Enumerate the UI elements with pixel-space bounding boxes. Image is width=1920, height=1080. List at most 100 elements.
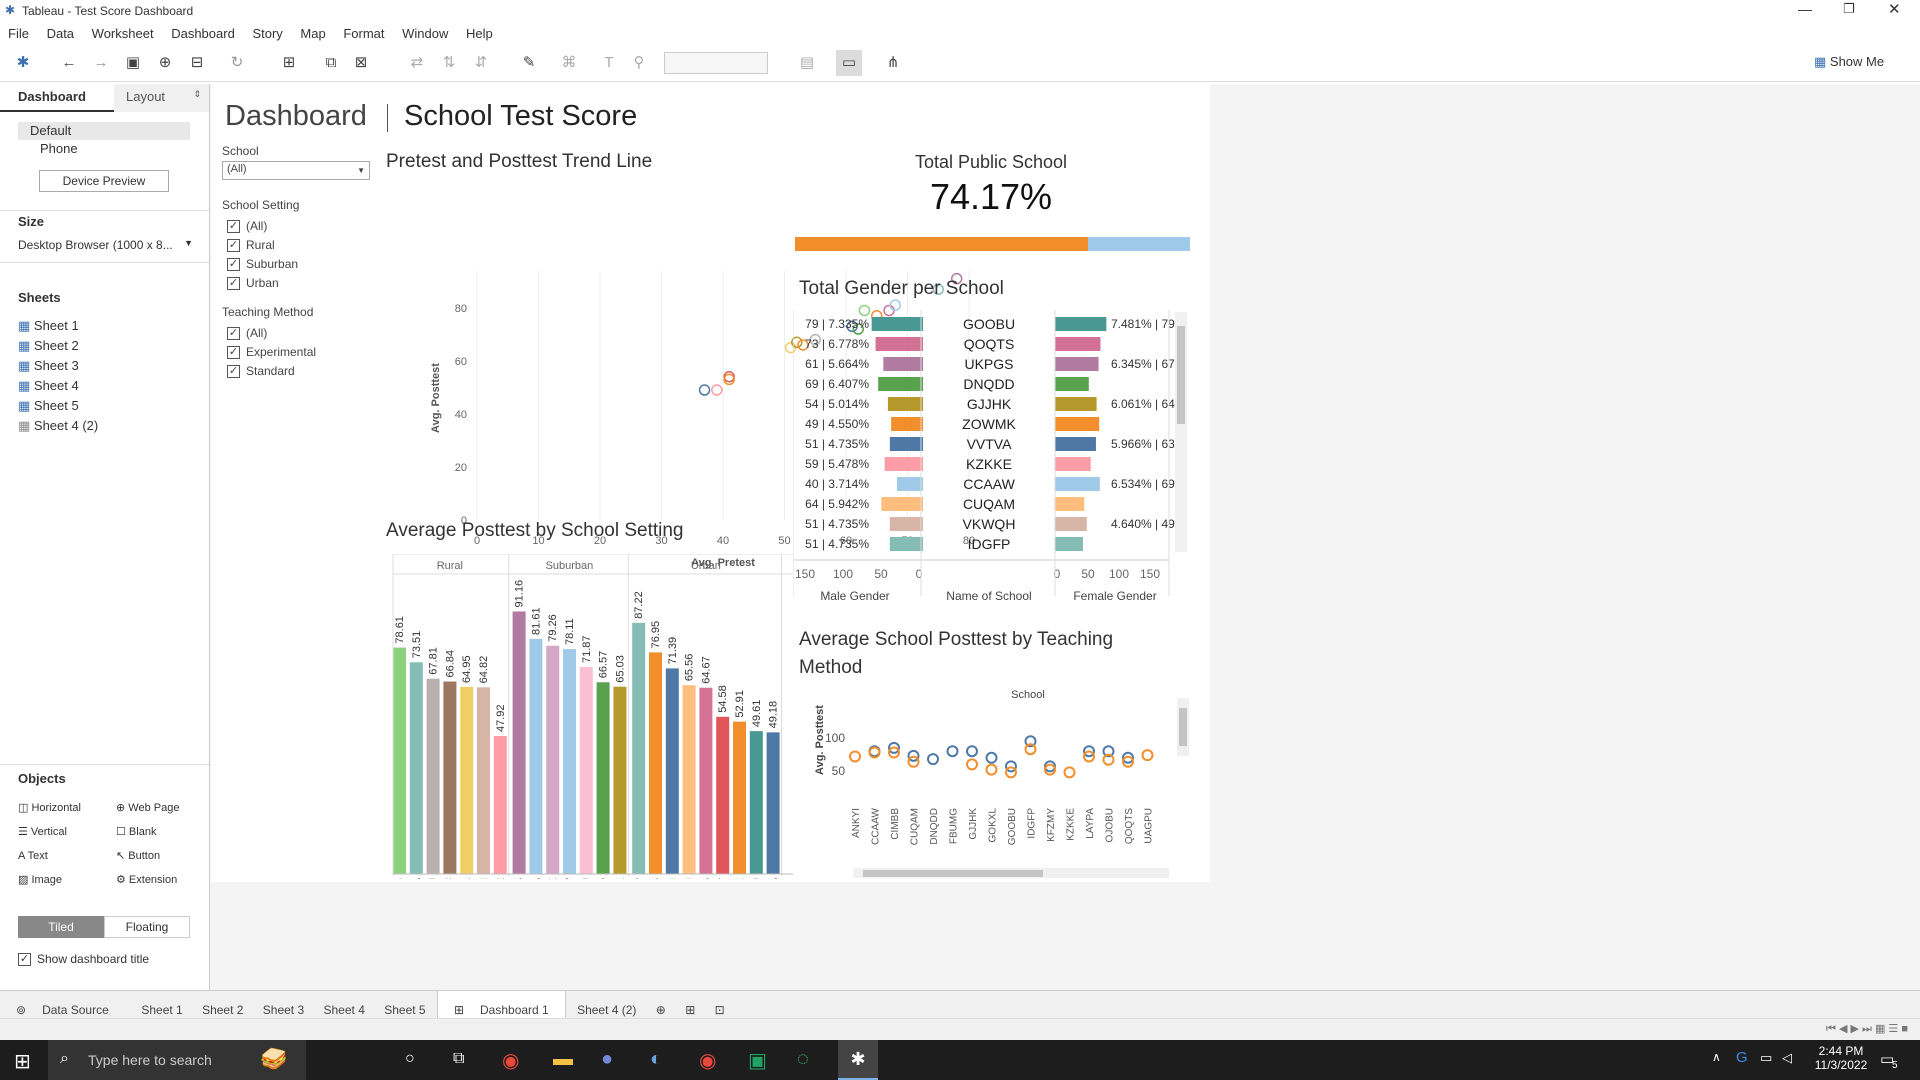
school-tick-label: FBUMG bbox=[949, 808, 960, 844]
swap-icon[interactable]: ⇄ bbox=[408, 54, 426, 72]
device-default[interactable]: Default bbox=[18, 122, 190, 140]
tableau-home-icon[interactable]: ✱ bbox=[14, 54, 32, 72]
size-dropdown[interactable]: Desktop Browser (1000 x 8... ▼ bbox=[18, 238, 193, 252]
object-button[interactable]: ↖ Button bbox=[116, 844, 160, 868]
show-title-checkbox[interactable]: ✓ Show dashboard title bbox=[18, 952, 149, 967]
new-worksheet-icon[interactable]: ⊞ bbox=[280, 54, 298, 72]
female-axis-label: Female Gender bbox=[1073, 589, 1156, 603]
show-me-button[interactable]: ▦ Show Me bbox=[1814, 54, 1884, 70]
method-option[interactable]: ✓ (All) bbox=[227, 324, 316, 343]
male-bar bbox=[884, 457, 923, 471]
network-icon[interactable]: ▭ bbox=[1760, 1050, 1772, 1066]
task-view-icon[interactable]: ⧉ bbox=[453, 1050, 464, 1068]
pin-icon[interactable]: ⚲ bbox=[630, 54, 648, 72]
setting-option[interactable]: ✓ Suburban bbox=[227, 255, 298, 274]
sheet-item[interactable]: ▦ Sheet 2 bbox=[18, 336, 98, 356]
device-preview-button[interactable]: Device Preview bbox=[39, 170, 169, 192]
highlight-icon[interactable]: ✎ bbox=[520, 54, 538, 72]
tray-chevron-icon[interactable]: ∧ bbox=[1712, 1050, 1721, 1064]
presentation-mode-icon[interactable]: ▭ bbox=[836, 50, 862, 76]
school-name: GJJHK bbox=[967, 396, 1012, 412]
method-option[interactable]: ✓ Standard bbox=[227, 362, 316, 381]
tray-app-icon[interactable]: G bbox=[1736, 1049, 1748, 1066]
share-icon[interactable]: ⋔ bbox=[884, 54, 902, 72]
chrome-icon[interactable]: ◉ bbox=[502, 1048, 519, 1073]
tiled-button[interactable]: Tiled bbox=[18, 916, 104, 938]
sheet-item[interactable]: ▦ Sheet 4 (2) bbox=[18, 416, 98, 436]
experimental-point bbox=[985, 763, 998, 776]
restore-icon[interactable]: ❐ bbox=[1843, 1, 1855, 17]
undo-icon[interactable]: ← bbox=[60, 54, 78, 72]
extension-icon: ⚙ bbox=[116, 874, 129, 886]
clear-sheet-icon[interactable]: ⊠ bbox=[352, 54, 370, 72]
windows-start-icon[interactable]: ⊞ bbox=[14, 1049, 31, 1074]
menu-window[interactable]: Window bbox=[402, 26, 448, 41]
refresh-icon[interactable]: ↻ bbox=[228, 54, 246, 72]
duplicate-icon[interactable]: ⧉ bbox=[322, 54, 340, 72]
minimize-icon[interactable]: — bbox=[1798, 1, 1812, 17]
object-image[interactable]: ▨ Image bbox=[18, 868, 116, 892]
file-explorer-icon[interactable]: ▬ bbox=[553, 1048, 573, 1071]
setting-filter-list: ✓ (All) ✓ Rural ✓ Suburban ✓ Urban bbox=[227, 217, 298, 293]
sandwich-icon: 🥪 bbox=[260, 1046, 288, 1071]
object-vertical[interactable]: ☰ Vertical bbox=[18, 820, 116, 844]
setting-option[interactable]: ✓ Urban bbox=[227, 274, 298, 293]
device-phone[interactable]: Phone bbox=[40, 141, 78, 156]
object-horizontal[interactable]: ◫ Horizontal bbox=[18, 796, 116, 820]
pause-updates-icon[interactable]: ⊟ bbox=[188, 54, 206, 72]
object-extension[interactable]: ⚙ Extension bbox=[116, 868, 177, 892]
app-ring-icon[interactable]: ◌ bbox=[797, 1048, 809, 1071]
sheet-icon: ▦ bbox=[18, 398, 34, 413]
label-icon[interactable]: T bbox=[600, 54, 618, 72]
object-webpage[interactable]: ⊕ Web Page bbox=[116, 796, 179, 820]
x-tick-label: 150 bbox=[1140, 567, 1160, 581]
menu-dashboard[interactable]: Dashboard bbox=[171, 26, 235, 41]
school-filter-dropdown[interactable]: (All) ▼ bbox=[222, 161, 370, 180]
menu-help[interactable]: Help bbox=[466, 26, 493, 41]
tab-layout[interactable]: Layout ⇕ bbox=[114, 84, 209, 112]
setting-option[interactable]: ✓ (All) bbox=[227, 217, 298, 236]
tab-dashboard[interactable]: Dashboard bbox=[0, 84, 114, 112]
excel-icon[interactable]: ▣ bbox=[748, 1048, 767, 1073]
sheet-icon: ▦ bbox=[18, 378, 34, 393]
female-value-label: 4.640% | 49 bbox=[1111, 517, 1175, 531]
menu-format[interactable]: Format bbox=[343, 26, 384, 41]
sheet-item[interactable]: ▦ Sheet 1 bbox=[18, 316, 98, 336]
tableau-taskbar-icon[interactable]: ✱ bbox=[838, 1040, 878, 1080]
sort-asc-icon[interactable]: ⇅ bbox=[440, 54, 458, 72]
search-placeholder: Type here to search bbox=[88, 1052, 212, 1068]
menu-story[interactable]: Story bbox=[252, 26, 282, 41]
save-icon[interactable]: ▣ bbox=[124, 54, 142, 72]
floating-button[interactable]: Floating bbox=[104, 916, 190, 938]
sheet-item[interactable]: ▦ Sheet 3 bbox=[18, 356, 98, 376]
sort-desc-icon[interactable]: ⇵ bbox=[472, 54, 490, 72]
discord-icon[interactable]: ● bbox=[601, 1048, 613, 1071]
menu-worksheet[interactable]: Worksheet bbox=[92, 26, 154, 41]
show-cards-icon[interactable]: ▤ bbox=[798, 54, 816, 72]
taskbar-search[interactable]: ⌕ Type here to search 🥪 bbox=[48, 1040, 306, 1080]
fit-dropdown[interactable] bbox=[664, 52, 768, 74]
female-bar bbox=[1055, 497, 1085, 511]
sheet-item[interactable]: ▦ Sheet 4 bbox=[18, 376, 98, 396]
new-data-source-icon[interactable]: ⊕ bbox=[156, 54, 174, 72]
sheet-icon: ▦ bbox=[18, 358, 34, 373]
sheet-item[interactable]: ▦ Sheet 5 bbox=[18, 396, 98, 416]
sheet-label: Sheet 4 bbox=[33, 378, 79, 393]
object-blank[interactable]: ☐ Blank bbox=[116, 820, 156, 844]
close-icon[interactable]: ✕ bbox=[1888, 0, 1901, 18]
object-text[interactable]: A Text bbox=[18, 844, 116, 868]
volume-icon[interactable]: ◁ bbox=[1782, 1050, 1792, 1066]
cortana-icon[interactable]: ○ bbox=[405, 1050, 415, 1068]
chrome-profile-icon[interactable]: ◉ bbox=[699, 1048, 716, 1073]
view-toggle-icons[interactable]: ⏮ ◀ ▶ ⏭ ▦ ☰ ■ bbox=[1826, 1022, 1908, 1036]
group-icon[interactable]: ⌘ bbox=[560, 54, 578, 72]
menu-data[interactable]: Data bbox=[47, 26, 74, 41]
steam-icon[interactable]: ◐ bbox=[650, 1048, 662, 1071]
clock[interactable]: 2:44 PM 11/3/2022 bbox=[1812, 1044, 1870, 1072]
method-option[interactable]: ✓ Experimental bbox=[227, 343, 316, 362]
menu-map[interactable]: Map bbox=[300, 26, 325, 41]
bar bbox=[512, 611, 526, 874]
setting-option[interactable]: ✓ Rural bbox=[227, 236, 298, 255]
redo-icon[interactable]: → bbox=[92, 54, 110, 72]
menu-file[interactable]: File bbox=[8, 26, 29, 41]
